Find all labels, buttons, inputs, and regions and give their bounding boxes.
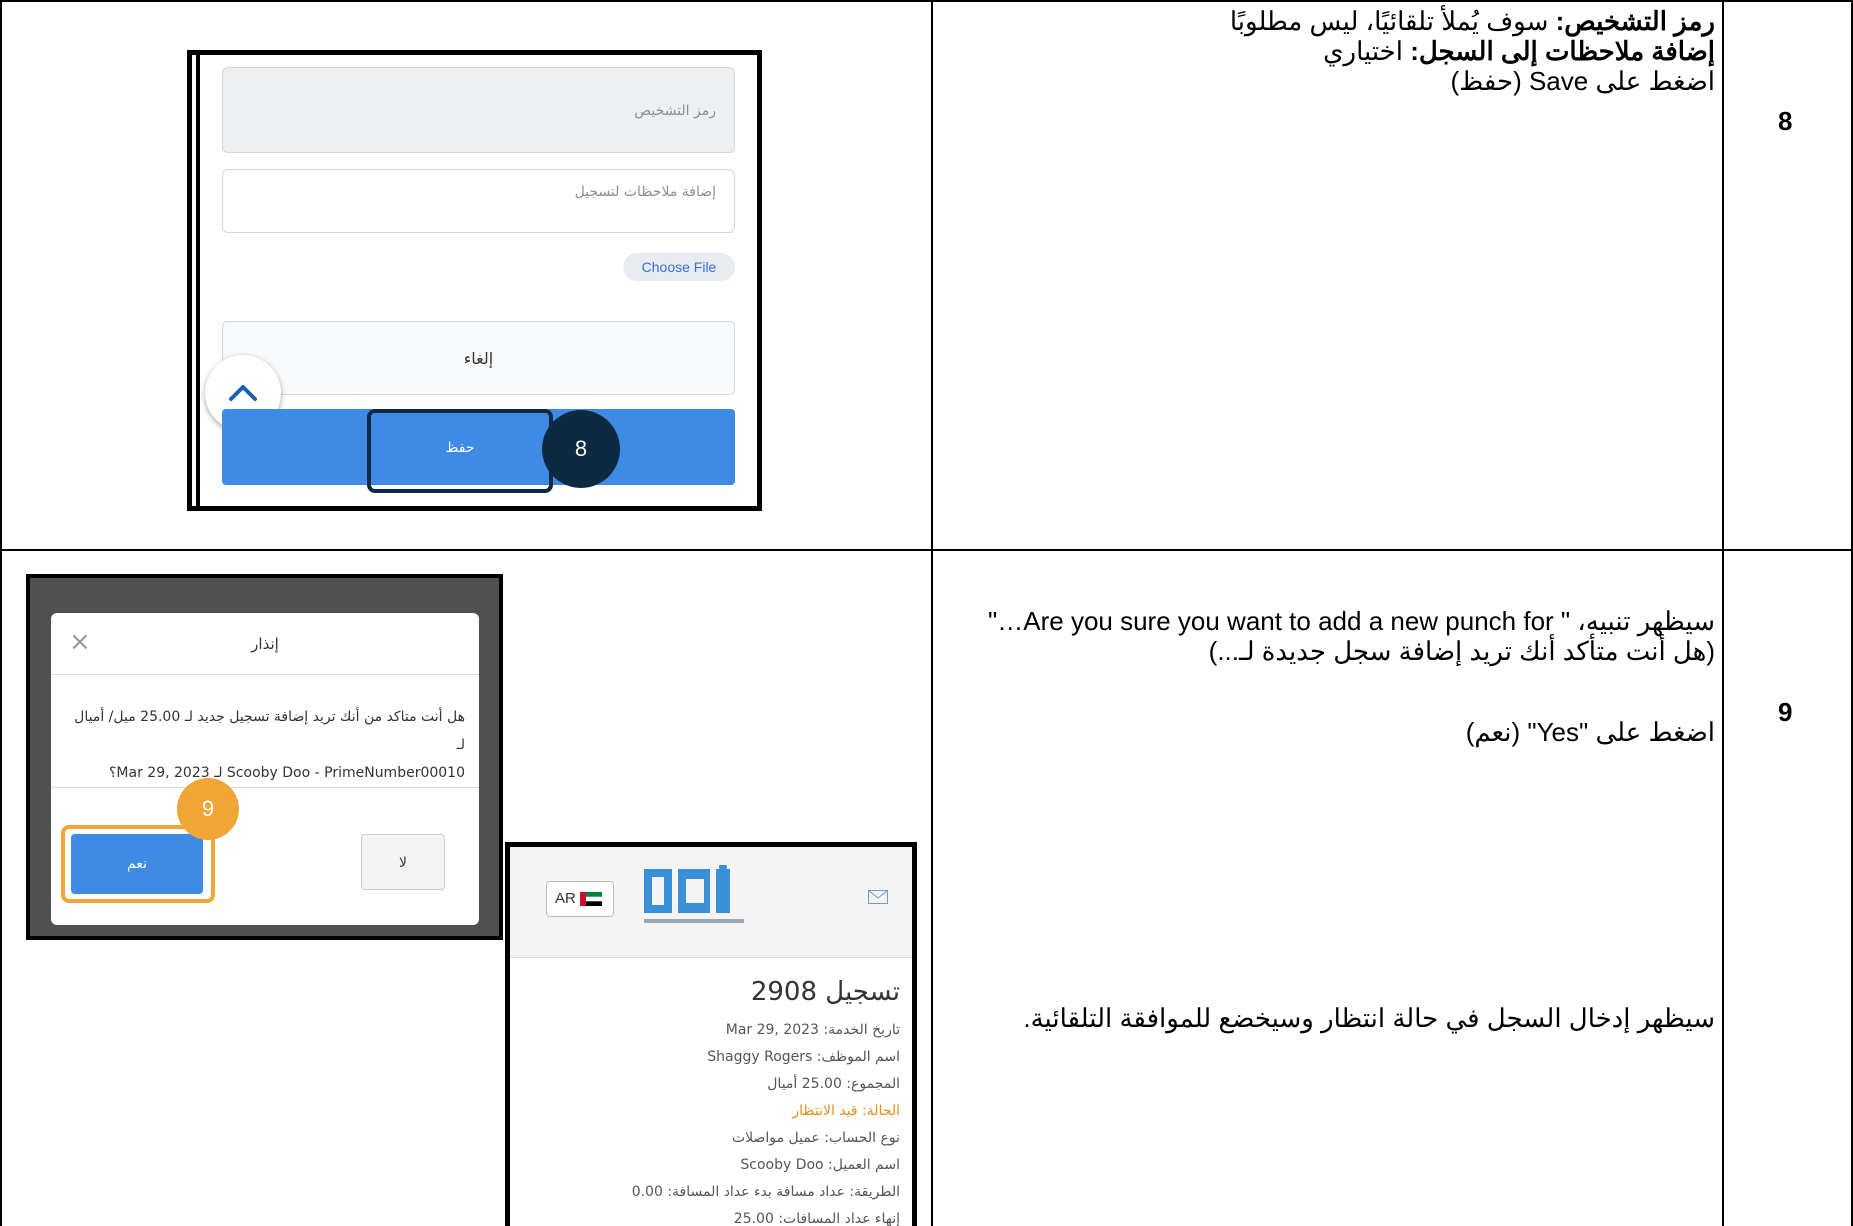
dci-logo-icon (644, 865, 744, 923)
detail-header: AR (510, 847, 912, 958)
table-col-divider (931, 0, 933, 1226)
step-badge-8: 8 (542, 410, 620, 488)
flag-icon (580, 892, 602, 906)
mail-icon[interactable] (868, 890, 888, 904)
step-number: 8 (1778, 106, 1793, 136)
cancel-button[interactable]: إلغاء (222, 321, 735, 395)
step-8-instructions: رمز التشخيص: سوف يُملأ تلقائيًا، ليس مطل… (1000, 6, 1715, 96)
screenshot-edge (196, 55, 200, 506)
status-badge: الحالة: قيد الانتظار (792, 1103, 900, 1119)
punch-details: تاريخ الخدمة: Mar 29, 2023 اسم الموظف: S… (632, 1017, 900, 1226)
alert-dialog-screenshot: إنذار × هل أنت متاكد من أنك تريد إضافة ت… (26, 574, 503, 940)
total-miles: المجموع: 25.00 أميال (767, 1076, 900, 1092)
punch-form-screenshot: رمز التشخيص إضافة ملاحظات لتسجيل Choose … (187, 50, 762, 511)
step-number: 9 (1778, 697, 1793, 727)
punch-title: تسجيل 2908 (750, 977, 900, 1007)
no-button[interactable]: لا (361, 834, 445, 890)
alert-dialog: إنذار × هل أنت متاكد من أنك تريد إضافة ت… (51, 613, 479, 925)
yes-highlight (61, 825, 215, 903)
notes-field[interactable]: إضافة ملاحظات لتسجيل (222, 169, 735, 233)
close-icon[interactable]: × (69, 629, 91, 655)
table-num-divider (1722, 0, 1724, 1226)
diagnosis-code-field[interactable]: رمز التشخيص (222, 67, 735, 153)
method: الطريقة: عداد مسافة بدء عداد المسافة: 0.… (631, 1184, 900, 1200)
choose-file-button[interactable]: Choose File (623, 253, 735, 281)
step-badge-9: 9 (177, 778, 239, 840)
employee-name: اسم الموظف: Shaggy Rogers (707, 1049, 900, 1065)
punch-detail-screenshot: AR تسجيل 2908 تاريخ الخدمة: Mar 29, 2023… (505, 842, 917, 1226)
dialog-title: إنذار (51, 613, 479, 675)
dialog-message: هل أنت متاكد من أنك تريد إضافة تسجيل جدي… (74, 709, 465, 781)
save-label: حفظ (445, 440, 475, 456)
account-type: نوع الحساب: عميل مواصلات (732, 1130, 900, 1146)
end-odometer: إنهاء عداد المسافات: 25.00 (733, 1211, 900, 1226)
alert-paragraph: سيظهر تنبيه، " Are you sure you want to … (988, 606, 1715, 666)
diagnosis-line: رمز التشخيص: سوف يُملأ تلقائيًا، ليس مطل… (1229, 6, 1715, 36)
language-selector[interactable]: AR (546, 881, 614, 917)
press-yes-paragraph: اضغط على "Yes" (نعم) (1465, 717, 1715, 747)
client-name: اسم العميل: Scooby Doo (740, 1157, 900, 1173)
service-date: تاريخ الخدمة: Mar 29, 2023 (725, 1022, 900, 1038)
table-border-top (0, 0, 1853, 2)
table-border-left (0, 0, 2, 1226)
save-line: اضغط على Save (حفظ) (1450, 66, 1715, 96)
notes-line: إضافة ملاحظات إلى السجل: اختياري (1323, 36, 1715, 66)
table-row-divider (0, 549, 1853, 551)
pending-paragraph: سيظهر إدخال السجل في حالة انتظار وسيخضع … (1023, 1003, 1715, 1033)
dialog-divider (51, 787, 479, 788)
